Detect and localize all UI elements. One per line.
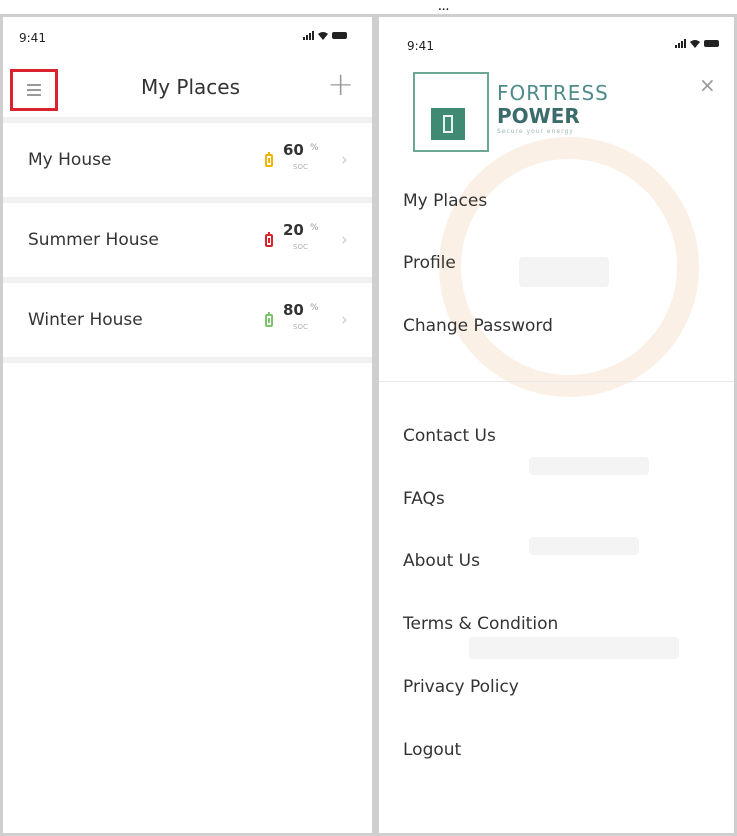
chevron-right-icon: ›: [341, 230, 348, 250]
background-blur: [529, 457, 649, 475]
background-blur: [469, 637, 679, 659]
menu-item-logout[interactable]: Logout: [403, 740, 461, 760]
menu-item-profile[interactable]: Profile: [403, 253, 456, 273]
place-row-my-house[interactable]: My House 60 % SOC ›: [3, 117, 372, 197]
menu-item-contact-us[interactable]: Contact Us: [403, 426, 496, 446]
chevron-right-icon: ›: [341, 150, 348, 170]
place-row-winter-house[interactable]: Winter House 80 % SOC ›: [3, 277, 372, 363]
signal-icon: [675, 39, 686, 48]
place-row-summer-house[interactable]: Summer House 20 % SOC ›: [3, 197, 372, 277]
places-list: My House 60 % SOC › Summer House 20 % SO…: [3, 117, 372, 363]
menu-item-about-us[interactable]: About Us: [403, 551, 480, 571]
percent-sign: %: [310, 143, 319, 153]
status-time: 9:41: [407, 39, 434, 53]
soc-label: SOC: [293, 323, 308, 331]
menu-item-privacy-policy[interactable]: Privacy Policy: [403, 677, 519, 697]
add-place-button[interactable]: +: [327, 65, 354, 103]
battery-logo-icon: [431, 108, 465, 140]
place-name: Winter House: [28, 310, 143, 330]
percent-sign: %: [310, 223, 319, 233]
soc-percent: 60: [283, 141, 304, 159]
status-icons: [675, 39, 719, 48]
battery-icon: [332, 32, 347, 39]
status-icons: [303, 31, 347, 40]
chevron-right-icon: ›: [341, 310, 348, 330]
drawer-screen: 9:41 FORTRESS POWER Secure your energy ×…: [375, 14, 737, 836]
soc-label: SOC: [293, 243, 308, 251]
background-blur: [529, 537, 639, 555]
battery-status-icon: [265, 231, 273, 247]
battery-status-icon: [265, 311, 273, 327]
place-name: Summer House: [28, 230, 159, 250]
places-screen: 9:41 My Places + My House 60 % SOC › Sum…: [0, 14, 375, 836]
top-bar: My Places +: [3, 57, 372, 111]
background-blur: [519, 257, 609, 287]
page-caption: ...: [438, 0, 450, 14]
soc-percent: 80: [283, 301, 304, 319]
menu-item-faqs[interactable]: FAQs: [403, 489, 445, 509]
percent-sign: %: [310, 303, 319, 313]
hamburger-icon: [27, 84, 41, 96]
menu-divider: [379, 381, 734, 382]
place-name: My House: [28, 150, 112, 170]
battery-icon: [704, 40, 719, 47]
signal-icon: [303, 31, 314, 40]
brand-tagline: Secure your energy: [497, 128, 574, 135]
wifi-icon: [690, 39, 700, 48]
page-title: My Places: [140, 75, 241, 99]
menu-item-terms[interactable]: Terms & Condition: [403, 614, 558, 634]
brand-name-line1: FORTRESS: [497, 81, 609, 105]
soc-label: SOC: [293, 163, 308, 171]
brand-name-line2: POWER: [497, 104, 580, 128]
close-drawer-button[interactable]: ×: [699, 73, 716, 97]
battery-status-icon: [265, 151, 273, 167]
soc-percent: 20: [283, 221, 304, 239]
menu-button[interactable]: [10, 69, 58, 111]
menu-item-change-password[interactable]: Change Password: [403, 316, 553, 336]
wifi-icon: [318, 31, 328, 40]
brand-logo-frame: [413, 72, 489, 152]
status-time: 9:41: [19, 31, 46, 45]
menu-item-my-places[interactable]: My Places: [403, 191, 487, 211]
